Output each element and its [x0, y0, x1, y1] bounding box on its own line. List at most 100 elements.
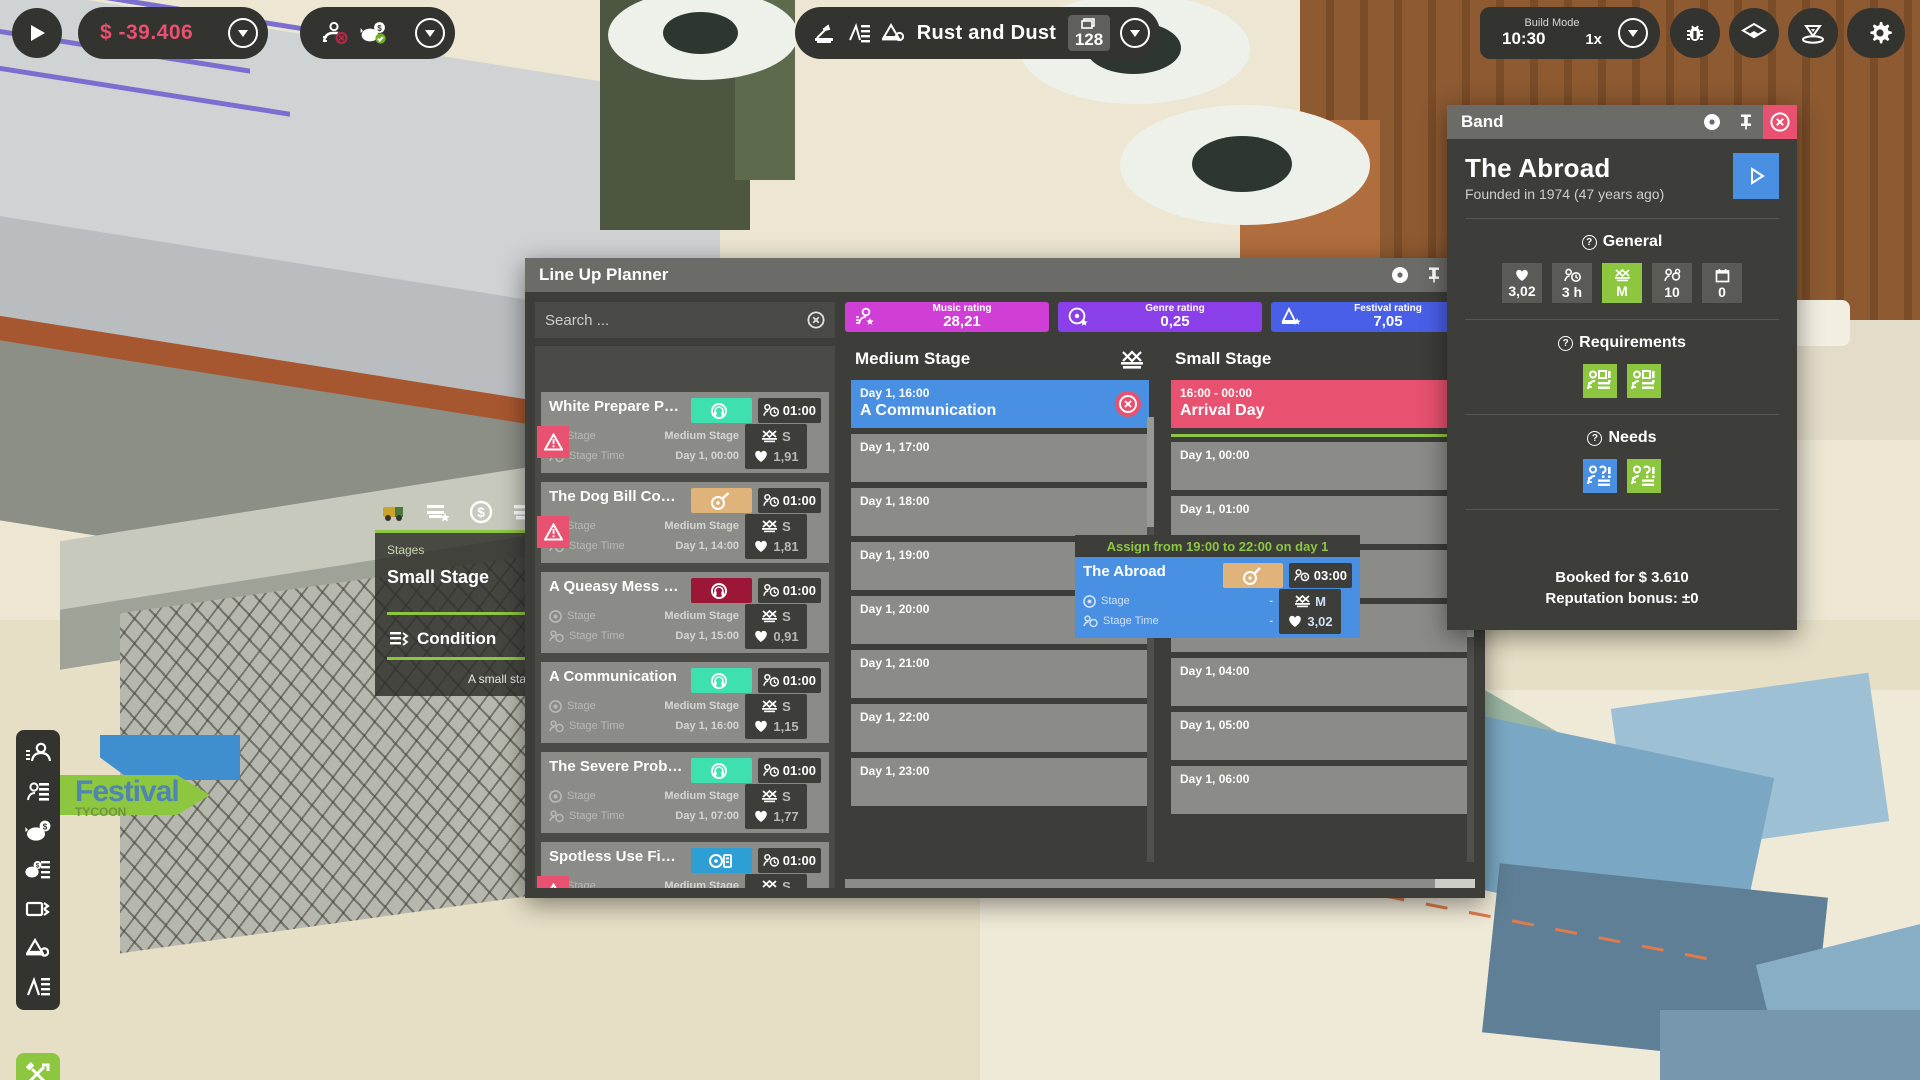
money-icon[interactable]: $ — [469, 500, 493, 524]
empty-time-slot[interactable]: Day 1, 05:00 — [1171, 712, 1469, 760]
pin-icon[interactable] — [1417, 258, 1451, 292]
terrain-icon[interactable] — [1788, 8, 1838, 58]
band-list[interactable]: White Prepare Period01:00StageMedium Sta… — [535, 346, 835, 888]
pin-icon[interactable] — [1729, 105, 1763, 139]
chip-value: 10 — [1664, 285, 1680, 299]
build-tools-icon[interactable] — [16, 1053, 60, 1080]
band-browser: Search ... White Prepare Period01:00Stag… — [535, 302, 835, 888]
booked-time-slot[interactable]: Day 1, 16:00A Communication — [851, 380, 1149, 428]
stage-time-value: Day 1, 14:00 — [641, 540, 739, 552]
headphones-icon — [691, 668, 752, 693]
medium-stage-scrollbar[interactable] — [1147, 417, 1154, 862]
chevron-down-icon[interactable] — [415, 18, 445, 48]
stage-value: Medium Stage — [641, 520, 739, 532]
band-list-item[interactable]: A Queasy Mess Pool Word01:00StageMedium … — [541, 572, 829, 653]
band-list-item[interactable]: Spotless Use Finding Em...01:00StageMedi… — [541, 842, 829, 888]
visitor-stats-icon[interactable] — [20, 777, 56, 807]
band-list-item[interactable]: A Communication01:00StageMedium StageSSt… — [541, 662, 829, 743]
remove-booking-icon[interactable] — [1115, 391, 1141, 417]
slot-time: Day 1, 18:00 — [860, 494, 1140, 508]
fans-chip[interactable]: 10 — [1652, 263, 1692, 303]
vehicle-icon[interactable] — [381, 501, 407, 523]
band-name: A Queasy Mess Pool Word — [549, 578, 685, 595]
svg-text:$: $ — [477, 504, 485, 520]
chevron-down-icon[interactable] — [1618, 18, 1648, 48]
need-chip[interactable] — [1627, 459, 1661, 493]
lineup-planner-window[interactable]: Line Up Planner — [525, 258, 1485, 898]
band-name: The Severe Problem Lea... — [549, 758, 685, 775]
svg-text:$: $ — [377, 24, 382, 33]
play-preview-button[interactable] — [1733, 153, 1779, 199]
empty-time-slot[interactable]: Day 1, 18:00 — [851, 488, 1149, 536]
gear-icon[interactable] — [1855, 8, 1905, 58]
warning-icon[interactable] — [537, 516, 569, 548]
rating-festival-rating[interactable]: Festival rating7,05 — [1271, 302, 1475, 332]
stage-size-chip[interactable]: M — [1602, 263, 1642, 303]
chevron-down-icon[interactable] — [1120, 18, 1150, 48]
festival-bar[interactable]: Rust and Dust 128 — [795, 7, 1160, 59]
requirement-chip[interactable] — [1583, 364, 1617, 398]
visitor-count-badge[interactable]: 128 — [1068, 15, 1110, 52]
heart-chip[interactable]: 3,02 — [1502, 263, 1542, 303]
layers-icon[interactable] — [1729, 8, 1779, 58]
band-popularity: 0,91 — [745, 624, 807, 649]
stage-icon[interactable] — [813, 22, 837, 44]
stage-time-field-icon — [549, 810, 564, 823]
warning-icon[interactable] — [537, 876, 569, 888]
clear-icon[interactable] — [807, 311, 825, 329]
band-list-item[interactable]: The Severe Problem Lea...01:00StageMediu… — [541, 752, 829, 833]
finance-icon[interactable]: $ — [20, 816, 56, 846]
band-panel-window[interactable]: Band — [1447, 105, 1797, 630]
stage-time-field-icon — [549, 630, 564, 643]
band-size: S — [745, 874, 807, 889]
close-icon[interactable] — [1763, 105, 1797, 139]
empty-time-slot[interactable]: Day 1, 23:00 — [851, 758, 1149, 806]
lineup-icon[interactable] — [847, 22, 871, 44]
help-icon[interactable]: ? — [1558, 336, 1573, 351]
festival-settings-icon[interactable] — [20, 933, 56, 963]
empty-time-slot[interactable]: Day 1, 00:00 — [1171, 442, 1469, 490]
rating-genre-rating[interactable]: Genre rating0,25 — [1058, 302, 1262, 332]
tickets-icon[interactable] — [20, 894, 56, 924]
empty-time-slot[interactable]: Day 1, 06:00 — [1171, 766, 1469, 814]
record-icon[interactable] — [1383, 258, 1417, 292]
stages-horizontal-scrollbar[interactable] — [845, 879, 1475, 888]
play-pause-button[interactable] — [12, 8, 62, 58]
stage-star-icon[interactable] — [425, 501, 451, 523]
calendar-chip[interactable]: 0 — [1702, 263, 1742, 303]
help-icon[interactable]: ? — [1582, 235, 1597, 250]
game-clock: 10:30 — [1502, 29, 1545, 49]
festival-settings-icon[interactable] — [881, 22, 905, 44]
svg-text:$: $ — [43, 823, 48, 832]
empty-time-slot[interactable]: Day 1, 04:00 — [1171, 658, 1469, 706]
record-icon[interactable] — [1695, 105, 1729, 139]
chevron-down-icon[interactable] — [228, 18, 258, 48]
visitors-icon[interactable] — [20, 738, 56, 768]
warning-icon[interactable] — [537, 426, 569, 458]
empty-time-slot[interactable]: Day 1, 17:00 — [851, 434, 1149, 482]
requirement-chip[interactable] — [1627, 364, 1661, 398]
status-indicators[interactable]: $ — [300, 7, 455, 59]
finance-stats-icon[interactable]: $ — [20, 855, 56, 885]
bug-icon[interactable] — [1670, 8, 1720, 58]
lineup-planner-titlebar[interactable]: Line Up Planner — [525, 258, 1485, 292]
lineup-planner-body: Search ... White Prepare Period01:00Stag… — [525, 292, 1485, 898]
dragged-band-popularity: 3,02 — [1279, 609, 1341, 634]
stage-size-icon — [1614, 268, 1631, 282]
rating-music-rating[interactable]: Music rating28,21 — [845, 302, 1049, 332]
empty-time-slot[interactable]: Day 1, 21:00 — [851, 650, 1149, 698]
stage-field-icon — [549, 610, 562, 623]
empty-time-slot[interactable]: Day 1, 22:00 — [851, 704, 1149, 752]
money-display[interactable]: $ -39.406 — [78, 7, 268, 59]
booked-time-slot[interactable]: 16:00 - 00:00Arrival Day — [1171, 380, 1469, 428]
slot-time: Day 1, 01:00 — [1180, 502, 1460, 516]
lineup-icon[interactable] — [20, 972, 56, 1002]
need-chip[interactable] — [1583, 459, 1617, 493]
band-panel-titlebar[interactable]: Band — [1447, 105, 1797, 139]
duration-chip[interactable]: 3 h — [1552, 263, 1592, 303]
band-list-item[interactable]: White Prepare Period01:00StageMedium Sta… — [541, 392, 829, 473]
help-icon[interactable]: ? — [1587, 431, 1602, 446]
search-input[interactable]: Search ... — [535, 302, 835, 338]
band-list-item[interactable]: The Dog Bill Community01:00StageMedium S… — [541, 482, 829, 563]
build-mode-panel[interactable]: Build Mode 10:30 1x — [1480, 7, 1660, 59]
